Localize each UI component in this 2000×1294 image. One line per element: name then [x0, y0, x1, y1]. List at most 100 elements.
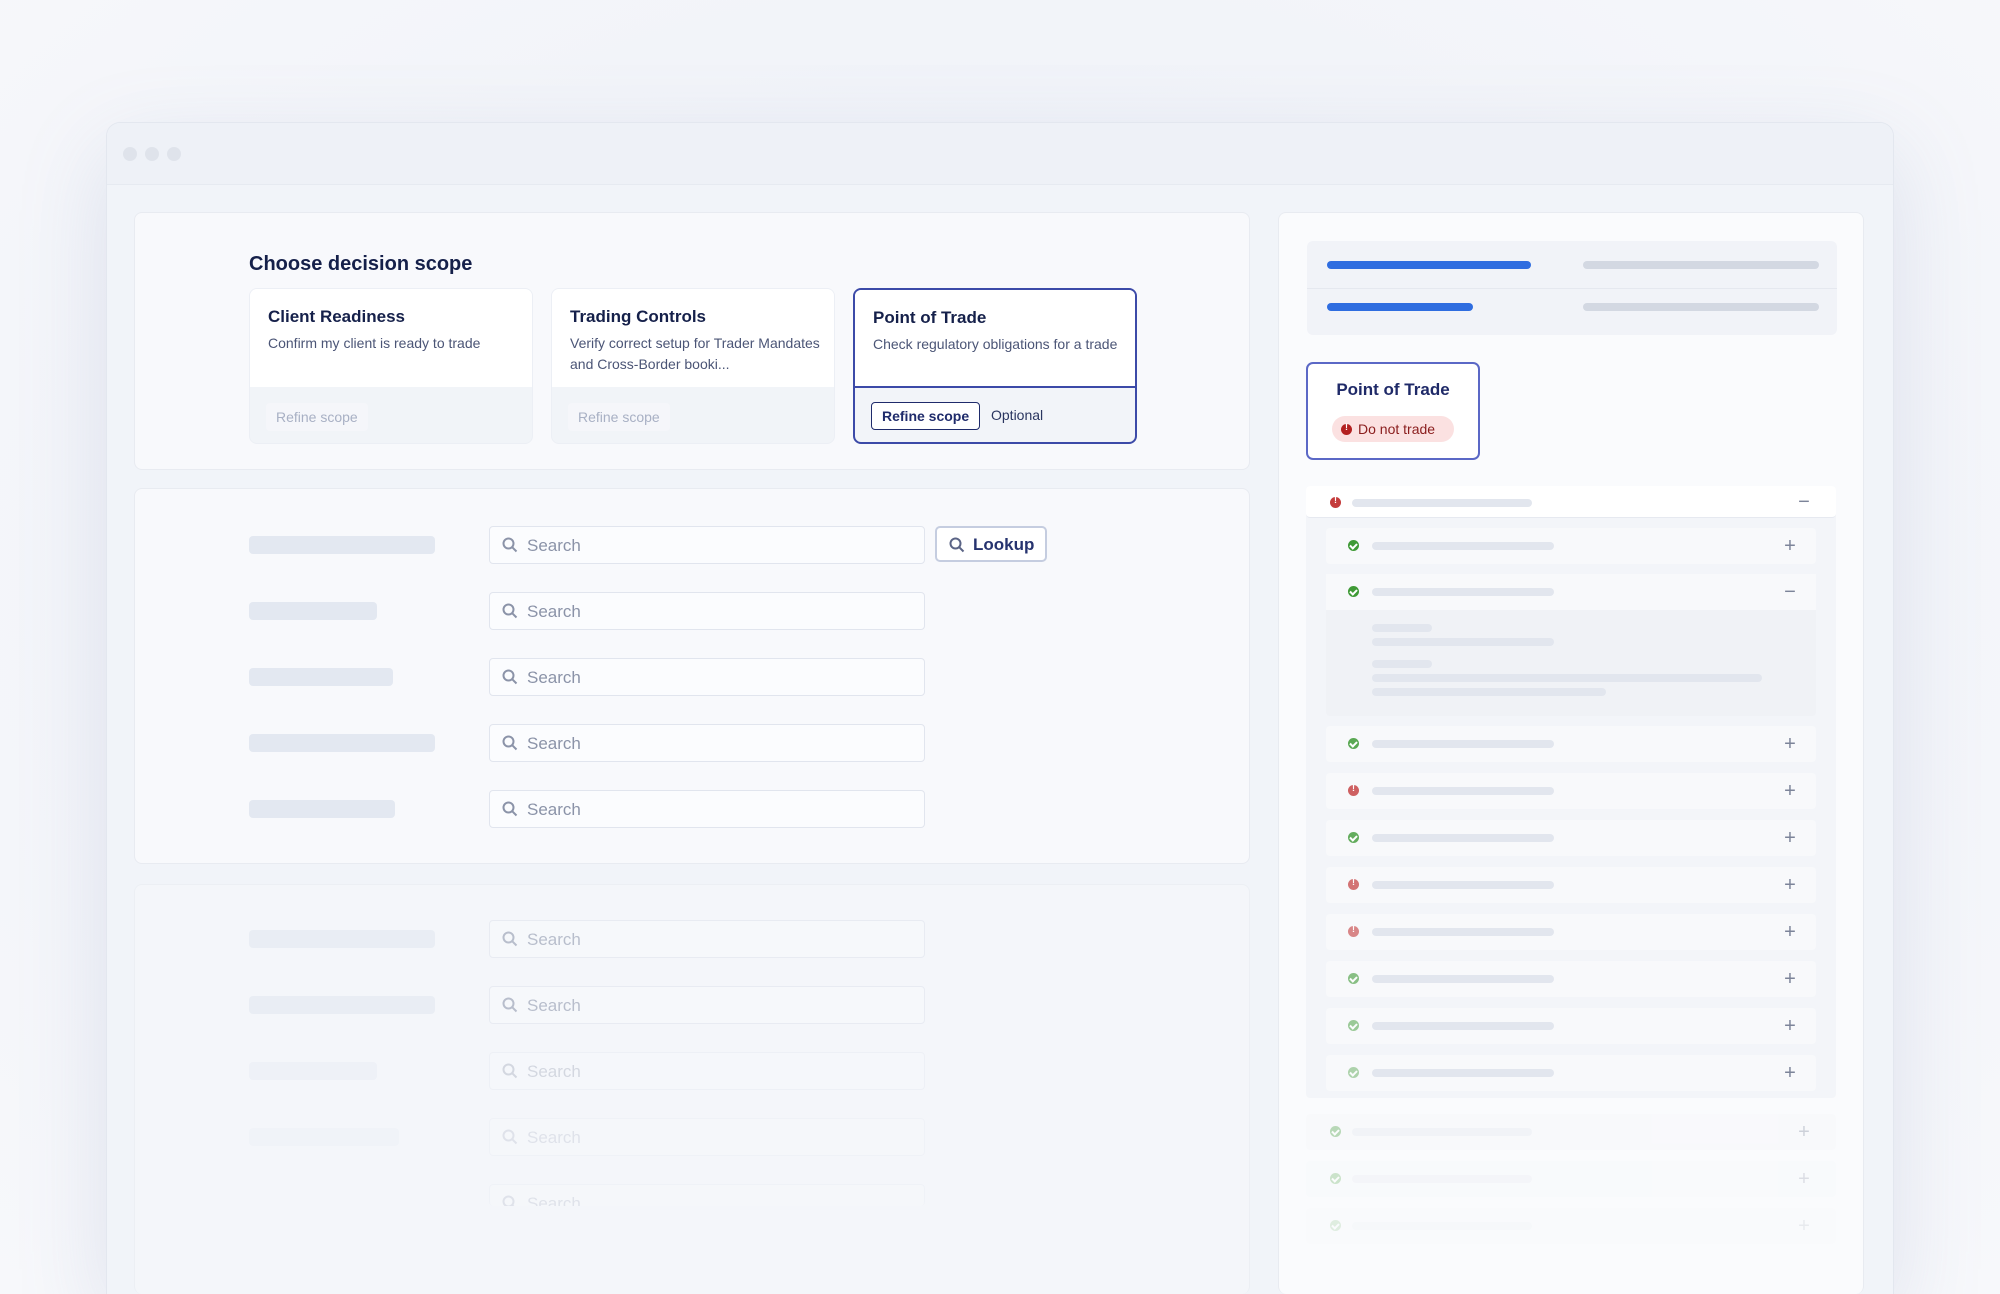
check-item[interactable]: +: [1326, 528, 1816, 564]
search-icon: [502, 997, 518, 1013]
check-item[interactable]: +: [1326, 867, 1816, 903]
field-label-placeholder: [249, 602, 377, 620]
expand-icon[interactable]: +: [1782, 536, 1798, 556]
expand-icon[interactable]: +: [1796, 1216, 1812, 1236]
check-item[interactable]: +: [1326, 1008, 1816, 1044]
checks-group-header[interactable]: +: [1306, 1114, 1836, 1150]
checks-group-header[interactable]: +: [1306, 1161, 1836, 1197]
checks-group-header[interactable]: +: [1306, 1208, 1836, 1244]
search-icon: [502, 669, 518, 685]
text-placeholder: [1372, 740, 1554, 748]
check-item[interactable]: +: [1326, 914, 1816, 950]
scope-card-client-readiness[interactable]: Client Readiness Confirm my client is re…: [249, 288, 533, 444]
search-input[interactable]: Search: [489, 1052, 925, 1090]
collapse-icon[interactable]: −: [1782, 582, 1798, 602]
check-item[interactable]: +: [1326, 773, 1816, 809]
check-icon: [1348, 586, 1359, 597]
refine-scope-button[interactable]: Refine scope: [871, 402, 981, 430]
check-icon: [1348, 540, 1359, 551]
field-label-placeholder: [249, 930, 435, 948]
check-icon: [1348, 973, 1359, 984]
checks-group-header[interactable]: −: [1306, 486, 1836, 518]
expand-icon[interactable]: +: [1782, 1016, 1798, 1036]
card-description: Verify correct setup for Trader Mandates…: [570, 335, 820, 372]
search-icon: [502, 931, 518, 947]
checks-group: − + − + + + + +: [1306, 486, 1836, 1098]
scope-card-trading-controls[interactable]: Trading Controls Verify correct setup fo…: [551, 288, 835, 444]
search-input[interactable]: Search: [489, 724, 925, 762]
search-input[interactable]: Search: [489, 790, 925, 828]
text-placeholder: [1372, 1022, 1554, 1030]
text-placeholder: [1372, 834, 1554, 842]
check-icon: [1330, 1173, 1341, 1184]
expand-icon[interactable]: +: [1782, 781, 1798, 801]
search-icon: [502, 1063, 518, 1079]
result-card[interactable]: Point of Trade Do not trade: [1306, 362, 1480, 460]
title-bar: [107, 123, 1893, 185]
text-placeholder: [1352, 1128, 1532, 1136]
search-icon: [949, 537, 965, 553]
refine-scope-button[interactable]: Refine scope: [568, 403, 670, 431]
expand-icon[interactable]: +: [1782, 969, 1798, 989]
text-placeholder: [1352, 1222, 1532, 1230]
check-icon: [1348, 832, 1359, 843]
error-icon: [1348, 783, 1359, 796]
check-item[interactable]: +: [1326, 961, 1816, 997]
progress-bar: [1327, 261, 1531, 269]
search-form-panel: Search Lookup Search Search Search Searc…: [134, 488, 1250, 864]
error-icon: [1330, 495, 1341, 508]
search-input[interactable]: Search: [489, 592, 925, 630]
check-item-expanded[interactable]: −: [1326, 574, 1816, 716]
search-placeholder: Search: [527, 734, 581, 753]
text-placeholder: [1372, 542, 1554, 550]
field-label-placeholder: [249, 536, 435, 554]
search-placeholder: Search: [527, 602, 581, 621]
check-icon: [1330, 1220, 1341, 1231]
search-input[interactable]: Search: [489, 1184, 925, 1206]
expand-icon[interactable]: +: [1782, 875, 1798, 895]
search-form-panel-secondary: Search Search Search Search Search: [134, 884, 1250, 1294]
search-placeholder: Search: [527, 536, 581, 555]
error-icon: [1348, 924, 1359, 937]
search-input[interactable]: Search: [489, 658, 925, 696]
search-input[interactable]: Search: [489, 986, 925, 1024]
expand-icon[interactable]: +: [1796, 1122, 1812, 1142]
field-label-placeholder: [249, 734, 435, 752]
text-placeholder: [1372, 688, 1606, 696]
scope-card-point-of-trade[interactable]: Point of Trade Check regulatory obligati…: [853, 288, 1137, 444]
search-placeholder: Search: [527, 930, 581, 949]
check-item[interactable]: +: [1326, 820, 1816, 856]
check-item[interactable]: +: [1326, 726, 1816, 762]
expand-icon[interactable]: +: [1782, 734, 1798, 754]
progress-bar: [1327, 303, 1473, 311]
alert-icon: [1341, 422, 1352, 435]
minimize-window-icon[interactable]: [145, 147, 159, 161]
optional-label: Optional: [991, 407, 1044, 423]
close-window-icon[interactable]: [123, 147, 137, 161]
divider: [1307, 288, 1837, 289]
expand-icon[interactable]: +: [1796, 1169, 1812, 1189]
lookup-button[interactable]: Lookup: [935, 526, 1047, 562]
search-input[interactable]: Search: [489, 1118, 925, 1156]
search-placeholder: Search: [527, 1062, 581, 1081]
refine-scope-button[interactable]: Refine scope: [266, 403, 368, 431]
expand-icon[interactable]: +: [1782, 922, 1798, 942]
maximize-window-icon[interactable]: [167, 147, 181, 161]
text-placeholder: [1372, 928, 1554, 936]
search-input[interactable]: Search: [489, 526, 925, 564]
search-input[interactable]: Search: [489, 920, 925, 958]
card-title: Point of Trade: [873, 308, 987, 327]
check-item[interactable]: +: [1326, 1055, 1816, 1091]
progress-bar-track: [1583, 261, 1819, 269]
expand-icon[interactable]: +: [1782, 828, 1798, 848]
check-icon: [1348, 1067, 1359, 1078]
collapse-icon[interactable]: −: [1796, 492, 1812, 512]
search-icon: [502, 1195, 515, 1206]
expand-icon[interactable]: +: [1782, 1063, 1798, 1083]
field-label-placeholder: [249, 668, 393, 686]
field-label-placeholder: [249, 1062, 377, 1080]
check-icon: [1330, 1126, 1341, 1137]
status-label: Do not trade: [1358, 421, 1436, 437]
search-placeholder: Search: [527, 1194, 581, 1206]
card-title: Client Readiness: [268, 307, 405, 326]
